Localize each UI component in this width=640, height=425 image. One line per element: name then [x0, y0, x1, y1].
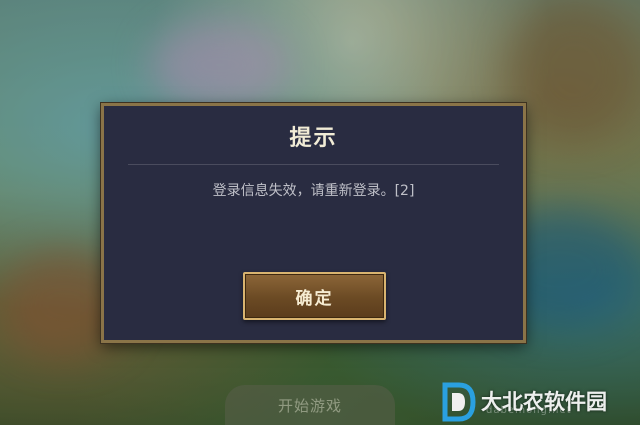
watermark: 大北农软件园 [441, 378, 640, 425]
dialog-message: 登录信息失效，请重新登录。[2] [212, 183, 415, 199]
confirm-button[interactable]: 确定 [243, 272, 386, 320]
game-screen: 开始游戏 提示 登录信息失效，请重新登录。[2] 确定 大北农软件园 dabei… [0, 0, 640, 425]
dialog-divider [128, 164, 499, 165]
start-game-button: 开始游戏 [225, 385, 395, 425]
dialog-title: 提示 [289, 126, 338, 151]
watermark-logo-icon [442, 382, 476, 421]
watermark-subtext: dabeinong.net [486, 405, 572, 416]
alert-dialog: 提示 登录信息失效，请重新登录。[2] 确定 [101, 103, 526, 343]
